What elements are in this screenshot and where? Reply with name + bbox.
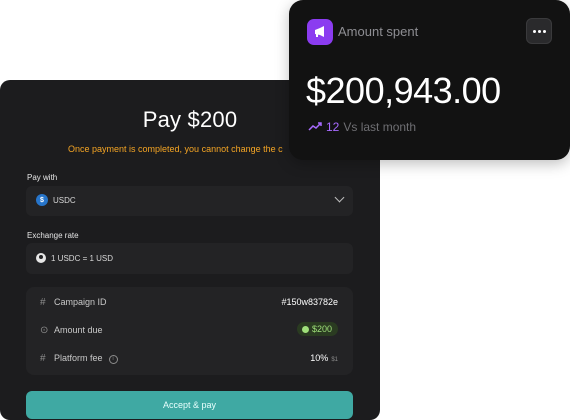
payment-warning: Once payment is completed, you cannot ch… [68,144,283,154]
dollar-coin-icon [301,325,309,333]
accept-pay-button[interactable]: Accept & pay [26,391,353,419]
amount-due-row: ⊙ Amount due $200 [26,321,353,341]
platform-fee-row: # Platform fee i 10% $1 [26,349,353,369]
exchange-rate-label: Exchange rate [27,231,79,240]
amount-due-value: $200 [311,324,332,334]
amount-due-label: Amount due [54,325,103,335]
pay-with-value: USDC [53,196,76,205]
trend-indicator: 12 Vs last month [308,120,416,134]
amount-spent-card: Amount spent $200,943.00 12 Vs last mont… [289,0,570,160]
amount-due-badge: $200 [296,322,338,336]
platform-fee-label: Platform fee i [54,353,118,364]
campaign-id-value: #150w83782e [281,297,338,307]
more-options-button[interactable] [526,18,552,44]
coin-icon: ⊙ [40,325,49,336]
payment-details: # Campaign ID #150w83782e ⊙ Amount due $… [26,287,353,375]
trend-text: Vs last month [343,120,417,134]
megaphone-icon [307,19,333,45]
hash-icon: # [40,353,46,364]
amount-spent-value: $200,943.00 [306,70,501,111]
more-dot [537,29,541,33]
user-icon [36,253,46,263]
platform-fee-value: 10% $1 [310,353,338,363]
usdc-icon: $ [36,194,48,206]
pay-with-select[interactable]: $ USDC [26,186,353,216]
pay-with-label: Pay with [27,173,58,182]
trend-up-icon [308,122,322,131]
chevron-down-icon [334,192,345,203]
info-icon[interactable]: i [108,355,118,364]
exchange-rate-value: 1 USDC = 1 USD [51,254,114,263]
exchange-rate-field: 1 USDC = 1 USD [26,243,353,274]
amount-spent-label: Amount spent [338,24,419,39]
platform-fee-sub: $1 [331,357,338,363]
campaign-id-row: # Campaign ID #150w83782e [26,293,353,313]
campaign-id-label: Campaign ID [54,297,107,307]
more-dot [532,29,536,33]
more-dot [542,29,546,33]
trend-value: 12 [326,120,340,134]
hash-icon: # [40,297,46,308]
